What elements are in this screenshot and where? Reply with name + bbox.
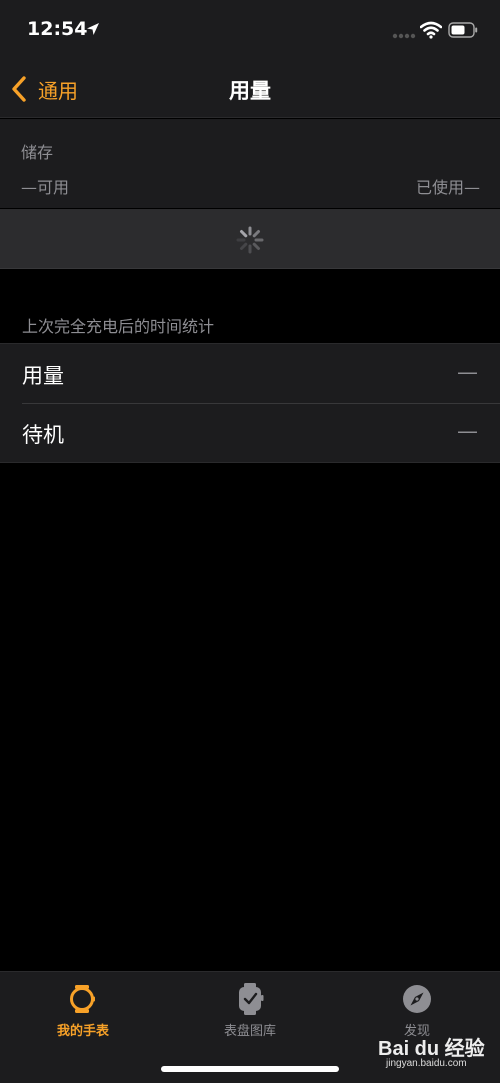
tab-my-watch-label: 我的手表	[56, 1024, 109, 1039]
page-title: 用量	[229, 79, 271, 103]
row-divider	[22, 403, 500, 404]
compass-icon	[403, 985, 431, 1013]
navigation-bar: 通用 用量	[0, 60, 500, 118]
usage-value: —	[457, 360, 478, 384]
usage-row: 用量 —	[0, 344, 500, 403]
storage-section: 储存 —可用 已使用—	[0, 119, 500, 208]
watermark-logo: Bai du 经验	[378, 1038, 485, 1060]
storage-available: —可用	[21, 178, 70, 197]
home-indicator	[161, 1066, 339, 1072]
signal-dots-icon	[392, 33, 416, 39]
watermark-url: jingyan.baidu.com	[386, 1058, 467, 1069]
standby-label: 待机	[22, 423, 64, 447]
watermark: Bai du 经验 jingyan.baidu.com	[378, 1032, 496, 1072]
storage-title: 储存	[21, 143, 54, 162]
storage-used: 已使用—	[415, 178, 480, 197]
wifi-icon	[420, 21, 442, 39]
location-arrow-icon	[87, 23, 99, 35]
battery-icon	[448, 22, 478, 38]
watch-face-icon	[239, 983, 264, 1015]
status-bar: 12:54	[0, 0, 500, 60]
loading-spinner-icon	[236, 226, 264, 254]
battery-usage-list: 用量 — 待机 —	[0, 343, 500, 463]
tab-face-gallery-label: 表盘图库	[223, 1024, 276, 1039]
usage-label: 用量	[22, 364, 64, 388]
tab-my-watch[interactable]: 我的手表	[0, 972, 166, 1042]
battery-section-header: 上次完全充电后的时间统计	[22, 317, 215, 336]
status-time: 12:54	[27, 18, 88, 40]
standby-value: —	[457, 419, 478, 443]
standby-row: 待机 —	[0, 403, 500, 462]
tab-face-gallery[interactable]: 表盘图库	[167, 972, 333, 1042]
watch-icon	[70, 985, 95, 1013]
